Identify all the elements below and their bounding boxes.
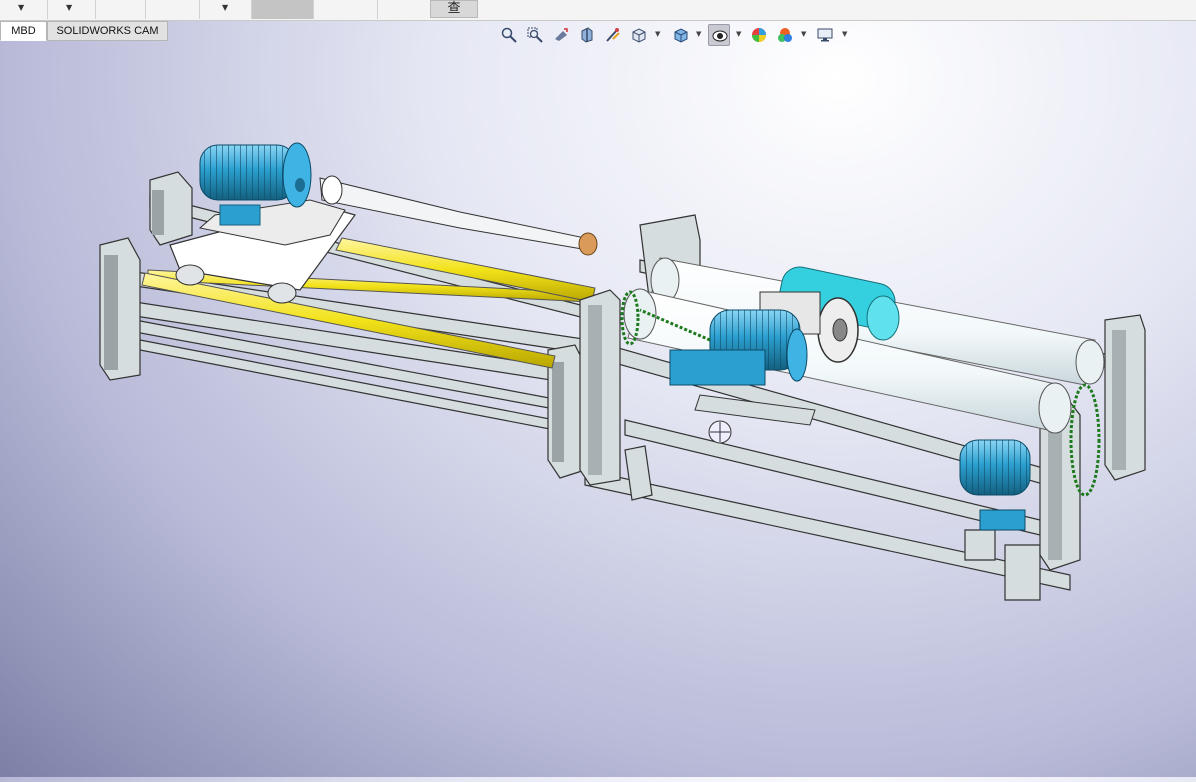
toolbar-dropdown-2[interactable]: ▼ [48, 0, 96, 19]
toolbar-glyph-button[interactable]: 查 [430, 0, 478, 18]
toolbar-button-2[interactable] [146, 0, 200, 19]
previous-view-icon [555, 28, 568, 41]
toolbar-dropdown-3[interactable]: ▼ [200, 0, 252, 19]
toolbar-button-3[interactable] [314, 0, 378, 19]
toolbar-button-pressed[interactable] [252, 0, 314, 19]
zoom-to-area-icon [527, 27, 543, 43]
view-orientation-icon [632, 28, 646, 43]
graphics-area[interactable] [0, 42, 1196, 777]
toolbar-button-1[interactable] [96, 0, 146, 19]
tab-solidworks-cam[interactable]: SOLIDWORKS CAM [47, 21, 168, 41]
section-view-icon [581, 27, 593, 43]
apply-scene-dropdown-icon[interactable]: ▼ [801, 30, 806, 38]
view-settings-icon [817, 28, 833, 42]
tab-mbd[interactable]: MBD [0, 21, 47, 41]
zoom-to-fit-icon [501, 27, 517, 43]
display-style-icon [674, 28, 688, 43]
edit-appearance-icon [752, 28, 766, 42]
assembly-model [99, 142, 1146, 601]
view-orientation-dropdown-icon[interactable]: ▼ [655, 30, 660, 38]
toolbar-dropdown-1[interactable]: ▼ [0, 0, 48, 19]
display-style-dropdown-icon[interactable]: ▼ [696, 30, 701, 38]
top-toolbar: ▼ ▼ ▼ 查 [0, 0, 1196, 21]
view-settings-dropdown-icon[interactable]: ▼ [842, 30, 847, 38]
apply-scene-icon [778, 28, 792, 42]
dynamic-annotation-views-icon [606, 28, 620, 42]
hide-show-dropdown-icon[interactable]: ▼ [736, 30, 741, 38]
